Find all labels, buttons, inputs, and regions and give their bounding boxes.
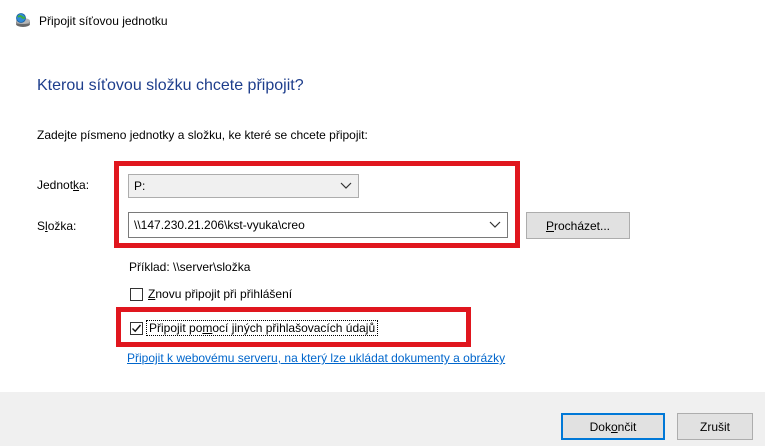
network-drive-icon bbox=[14, 12, 32, 30]
page-heading: Kterou síťovou složku chcete připojit? bbox=[37, 77, 304, 94]
browse-label-post: rocházet... bbox=[553, 218, 611, 233]
instruction-text: Zadejte písmeno jednotky a složku, ke kt… bbox=[37, 128, 368, 142]
reconnect-label: Znovu připojit při přihlášení bbox=[148, 287, 292, 301]
folder-label-pre: S bbox=[37, 219, 46, 233]
checkbox-box[interactable] bbox=[130, 287, 143, 301]
finish-label-post: nčit bbox=[617, 419, 637, 434]
example-text: Příklad: \\server\složka bbox=[129, 260, 251, 274]
highlight-box bbox=[114, 161, 520, 248]
drive-label-post: a: bbox=[79, 178, 90, 192]
cancel-label: Zrušit bbox=[700, 419, 730, 434]
folder-label-post: ožka: bbox=[47, 219, 77, 233]
cancel-button[interactable]: Zrušit bbox=[677, 413, 753, 440]
finish-button[interactable]: Dok o nčit bbox=[561, 413, 665, 440]
highlight-box bbox=[116, 307, 471, 347]
browse-button[interactable]: Procházet... bbox=[526, 212, 630, 239]
title-bar: Připojit síťovou jednotku bbox=[14, 10, 168, 32]
reconnect-label-post: novu připojit při přihlášení bbox=[155, 287, 293, 301]
browse-label-key: P bbox=[545, 218, 554, 233]
reconnect-checkbox[interactable]: Znovu připojit při přihlášení bbox=[130, 287, 292, 301]
web-server-link[interactable]: Připojit k webovému serveru, na který lz… bbox=[127, 351, 505, 365]
finish-label-key: o bbox=[610, 419, 618, 434]
window-title: Připojit síťovou jednotku bbox=[39, 14, 168, 28]
drive-label-pre: Jednot bbox=[37, 178, 74, 192]
drive-label: Jednotka: bbox=[37, 178, 89, 192]
finish-label-pre: Dok bbox=[589, 419, 611, 434]
folder-label: Složka: bbox=[37, 219, 76, 233]
